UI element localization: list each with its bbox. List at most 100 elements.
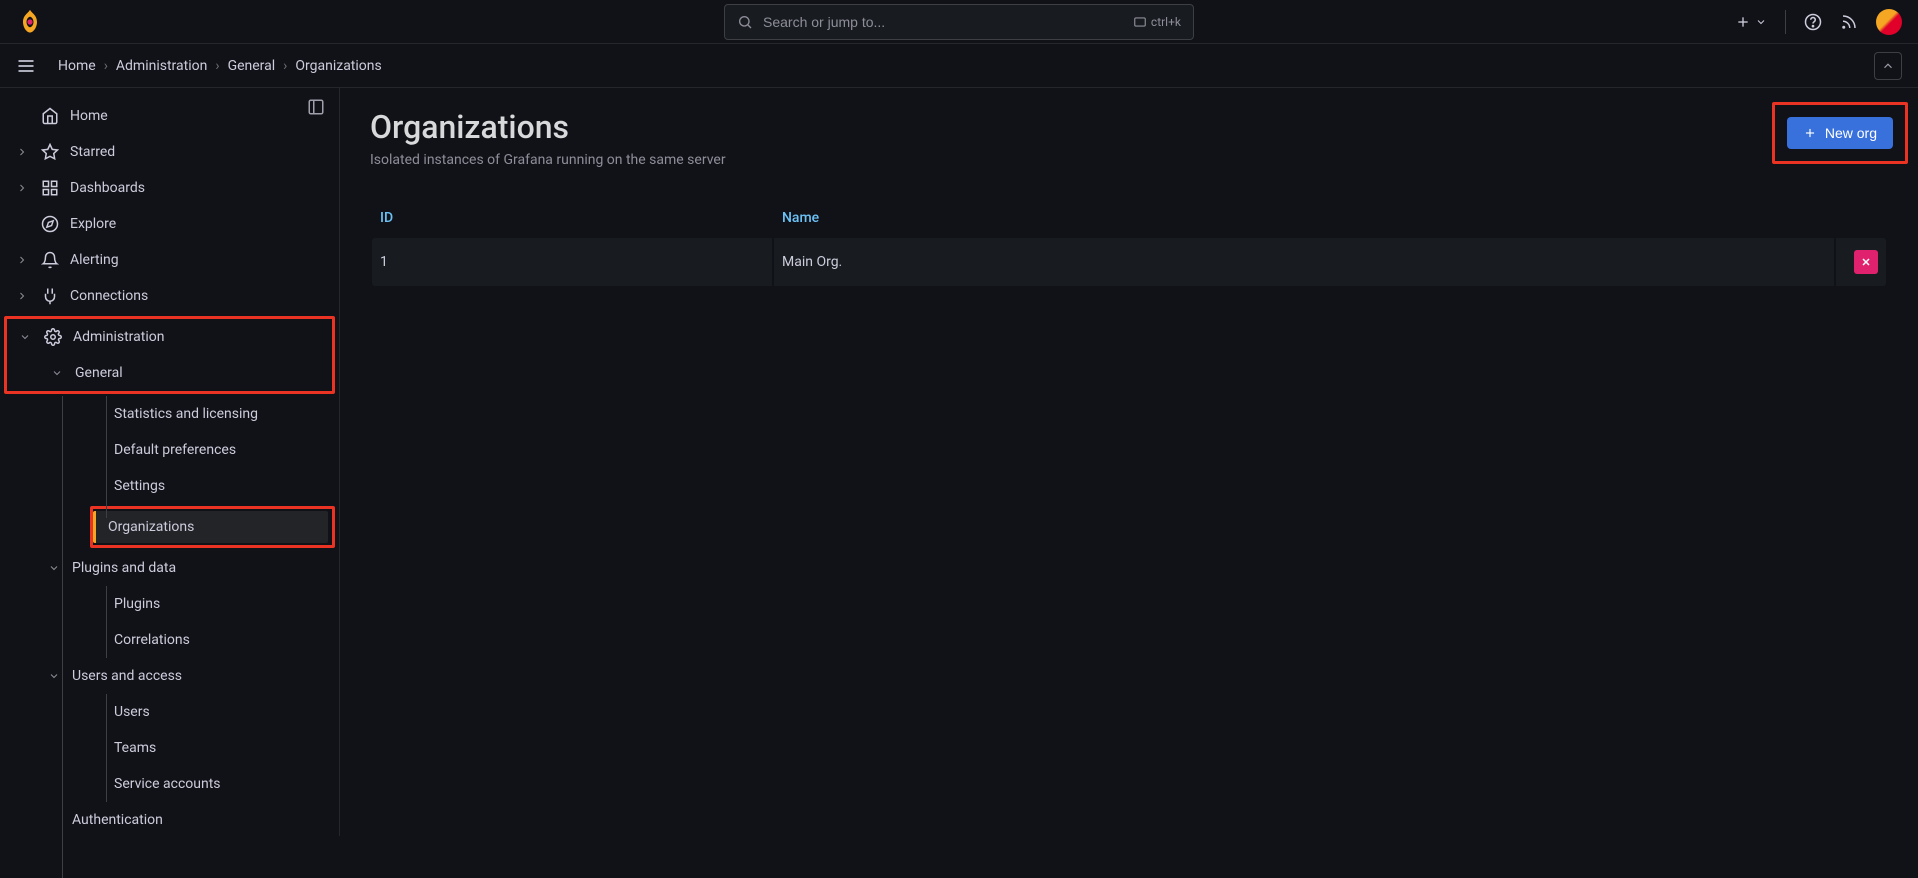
gear-icon	[43, 328, 63, 346]
menu-toggle-icon[interactable]	[16, 56, 36, 76]
delete-org-button[interactable]	[1854, 250, 1878, 274]
sidebar-item-label: Administration	[73, 329, 164, 345]
sidebar-item-label: Plugins and data	[72, 560, 176, 576]
scrollbar[interactable]	[1908, 134, 1916, 834]
sidebar-item-stats[interactable]: Statistics and licensing	[0, 396, 339, 432]
avatar[interactable]	[1876, 9, 1902, 35]
sidebar-item-administration[interactable]: Administration	[7, 319, 332, 355]
highlight-new-org: New org	[1772, 102, 1908, 164]
sidebar-item-dashboards[interactable]: Dashboards	[0, 170, 339, 206]
sidebar: Home Starred Dashboards Explore Alerting…	[0, 88, 340, 836]
chevron-right-icon	[14, 254, 30, 266]
sidebar-item-label: Service accounts	[114, 776, 221, 792]
chevron-right-icon	[14, 146, 30, 158]
sidebar-item-label: Statistics and licensing	[114, 406, 258, 422]
help-icon[interactable]	[1804, 13, 1822, 31]
sidebar-item-label: Plugins	[114, 596, 160, 612]
breadcrumb: Home › Administration › General › Organi…	[58, 58, 382, 74]
sidebar-item-connections[interactable]: Connections	[0, 278, 339, 314]
sidebar-item-label: Dashboards	[70, 180, 145, 196]
dashboards-icon	[40, 179, 60, 197]
sidebar-item-label: Alerting	[70, 252, 119, 268]
main-content: Organizations Isolated instances of Graf…	[340, 88, 1918, 836]
sidebar-item-settings[interactable]: Settings	[0, 468, 339, 504]
close-icon	[1860, 256, 1872, 268]
sidebar-item-label: Home	[70, 108, 108, 124]
new-org-label: New org	[1825, 125, 1877, 141]
undock-icon[interactable]	[307, 98, 325, 116]
sidebar-item-explore[interactable]: Explore	[0, 206, 339, 242]
sidebar-item-plugins-data[interactable]: Plugins and data	[0, 550, 339, 586]
sidebar-item-organizations[interactable]: Organizations	[93, 511, 328, 543]
page-title: Organizations	[370, 108, 1888, 146]
sidebar-item-plugins[interactable]: Plugins	[0, 586, 339, 622]
sidebar-item-service-accounts[interactable]: Service accounts	[0, 766, 339, 802]
news-icon[interactable]	[1840, 13, 1858, 31]
search-shortcut: ctrl+k	[1133, 15, 1181, 29]
sidebar-item-users-access[interactable]: Users and access	[0, 658, 339, 694]
home-icon	[40, 107, 60, 125]
sidebar-item-starred[interactable]: Starred	[0, 134, 339, 170]
sidebar-item-general[interactable]: General	[7, 355, 332, 391]
sidebar-item-label: Users	[114, 704, 150, 720]
star-icon	[40, 143, 60, 161]
sidebar-item-label: Authentication	[72, 812, 163, 828]
grafana-logo[interactable]	[16, 8, 44, 36]
tree-line	[106, 586, 107, 658]
highlight-administration: Administration General	[4, 316, 335, 394]
sidebar-item-label: Explore	[70, 216, 116, 232]
breadcrumb-admin[interactable]: Administration	[116, 58, 207, 74]
bell-icon	[40, 251, 60, 269]
sidebar-item-label: Organizations	[108, 519, 194, 535]
cell-id: 1	[372, 238, 772, 286]
collapse-header-button[interactable]	[1874, 52, 1902, 80]
sidebar-item-alerting[interactable]: Alerting	[0, 242, 339, 278]
sidebar-item-default-prefs[interactable]: Default preferences	[0, 432, 339, 468]
breadcrumb-general[interactable]: General	[228, 58, 276, 74]
plus-icon	[1803, 126, 1817, 140]
sidebar-item-label: Settings	[114, 478, 165, 494]
chevron-right-icon: ›	[104, 58, 108, 74]
page-subtitle: Isolated instances of Grafana running on…	[370, 152, 1888, 168]
add-button[interactable]	[1735, 14, 1767, 30]
plug-icon	[40, 287, 60, 305]
compass-icon	[40, 215, 60, 233]
sidebar-item-label: Correlations	[114, 632, 190, 648]
sidebar-item-label: General	[75, 365, 123, 381]
highlight-organizations: Organizations	[90, 506, 335, 548]
topbar-divider	[1785, 10, 1786, 34]
breadcrumb-bar: Home › Administration › General › Organi…	[0, 44, 1918, 88]
sidebar-item-label: Starred	[70, 144, 115, 160]
table-row[interactable]: 1 Main Org.	[372, 238, 1886, 286]
search-icon	[737, 14, 753, 30]
breadcrumb-current: Organizations	[295, 58, 381, 74]
sidebar-item-users[interactable]: Users	[0, 694, 339, 730]
tree-line	[106, 694, 107, 802]
chevron-right-icon: ›	[283, 58, 287, 74]
sidebar-item-label: Connections	[70, 288, 148, 304]
chevron-right-icon	[14, 290, 30, 302]
sidebar-item-label: Default preferences	[114, 442, 236, 458]
organizations-table: ID Name 1 Main Org.	[370, 198, 1888, 288]
chevron-down-icon	[17, 331, 33, 343]
sidebar-item-correlations[interactable]: Correlations	[0, 622, 339, 658]
sidebar-item-home[interactable]: Home	[0, 98, 339, 134]
cell-name: Main Org.	[774, 238, 1834, 286]
breadcrumb-home[interactable]: Home	[58, 58, 96, 74]
chevron-right-icon	[14, 182, 30, 194]
search-input[interactable]	[763, 14, 1123, 30]
sidebar-item-label: Users and access	[72, 668, 182, 684]
sidebar-item-authentication[interactable]: Authentication	[0, 802, 339, 838]
tree-line	[106, 396, 107, 518]
chevron-down-icon	[46, 562, 62, 574]
new-org-button[interactable]: New org	[1787, 117, 1893, 149]
table-header-id[interactable]: ID	[372, 200, 772, 236]
sidebar-item-teams[interactable]: Teams	[0, 730, 339, 766]
chevron-down-icon	[49, 367, 65, 379]
table-header-name[interactable]: Name	[774, 200, 1834, 236]
search-box[interactable]: ctrl+k	[724, 4, 1194, 40]
top-bar: ctrl+k	[0, 0, 1918, 44]
chevron-right-icon: ›	[215, 58, 219, 74]
chevron-down-icon	[46, 670, 62, 682]
sidebar-item-label: Teams	[114, 740, 156, 756]
